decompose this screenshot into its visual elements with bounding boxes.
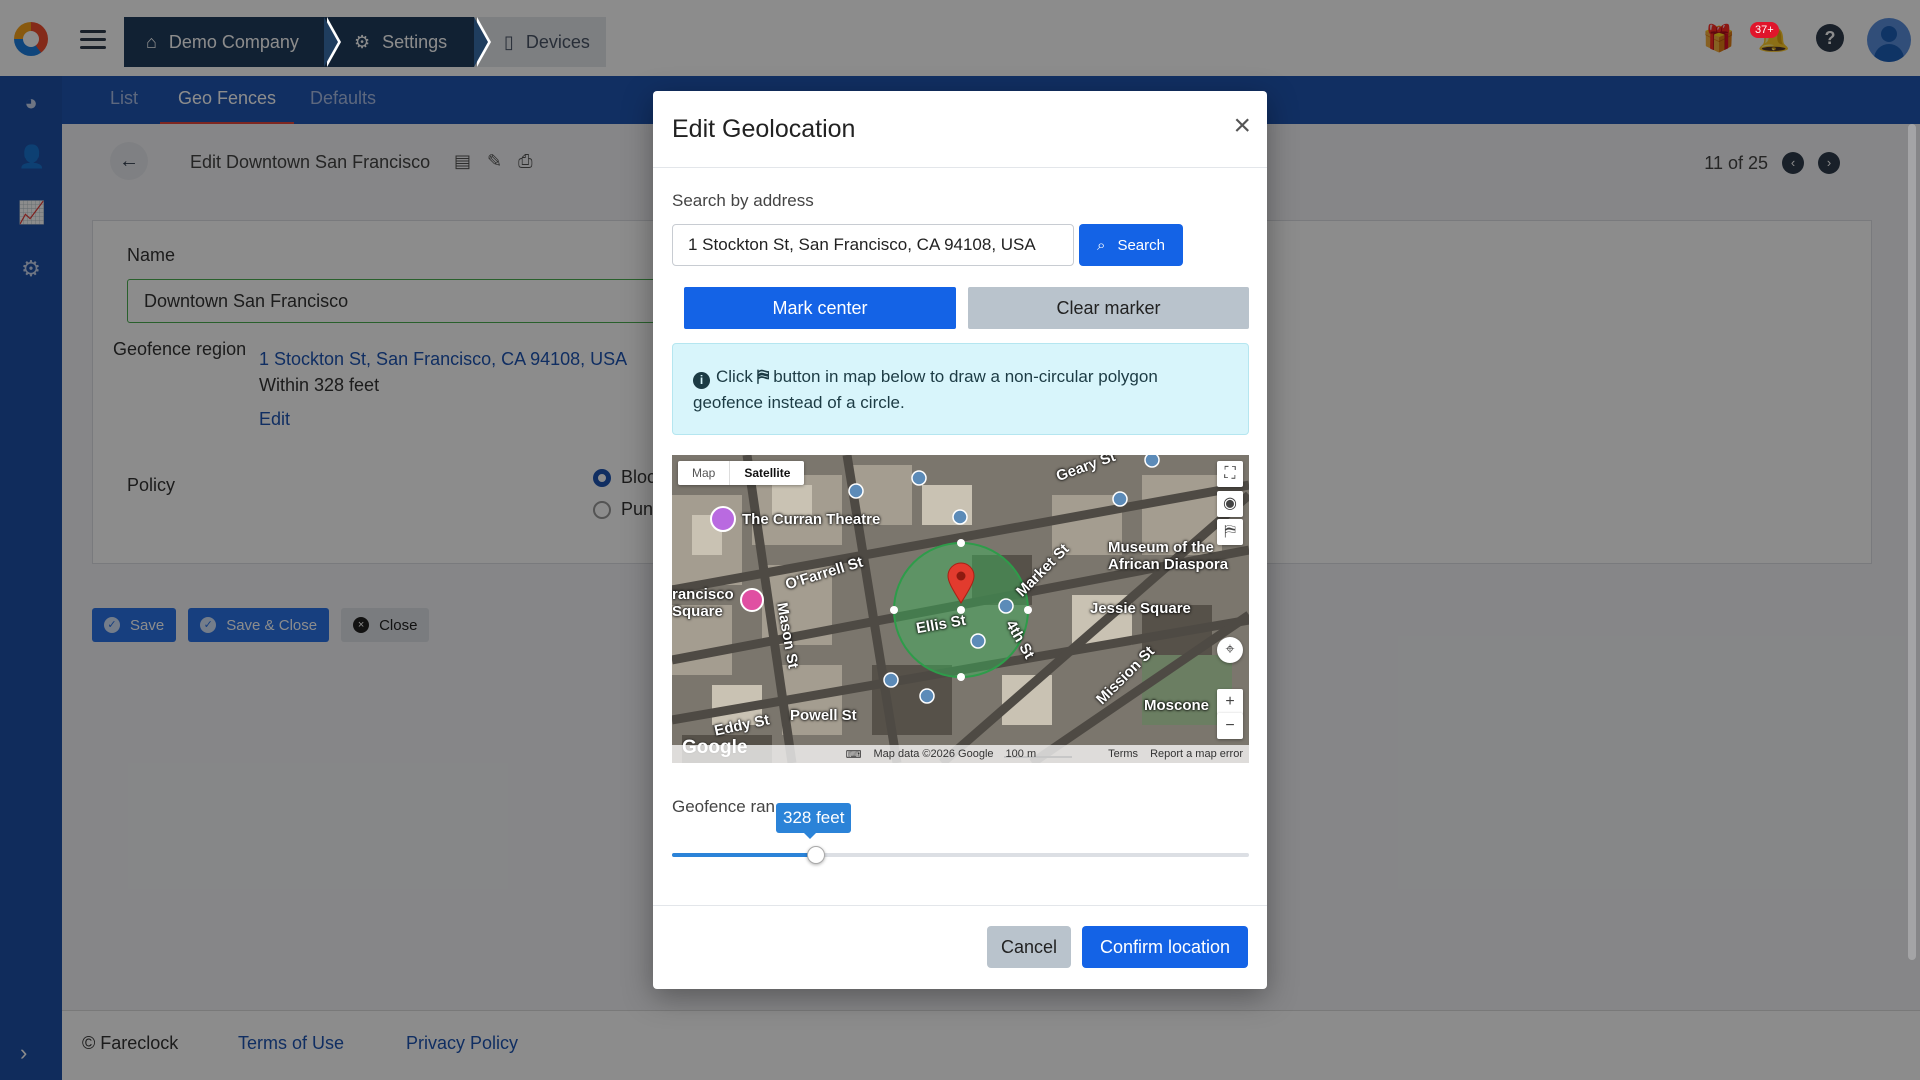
dialog-footer: Cancel Confirm location [653,905,1267,989]
map-label: Powell St [790,707,857,724]
geofence-range-slider[interactable] [672,846,1249,864]
map-label: Museum of the [1108,539,1214,556]
mark-center-button[interactable]: Mark center [684,287,956,329]
search-label: Search by address [672,191,814,210]
search-button-label: Search [1117,236,1165,254]
zoom-out-icon[interactable]: − [1217,713,1243,739]
fullscreen-icon[interactable]: ⛶ [1217,461,1243,487]
polygon-draw-icon[interactable]: ⛿ [1217,519,1243,545]
range-value-tooltip: 328 feet [776,803,852,839]
close-icon[interactable]: × [1233,111,1251,141]
map-data-attribution: Map data ©2026 Google [873,748,994,760]
report-map-error-link[interactable]: Report a map error [1150,748,1243,760]
slider-fill [672,853,817,857]
my-location-icon[interactable]: ⌖ [1217,637,1243,663]
clear-marker-button[interactable]: Clear marker [968,287,1249,329]
map-terms-link[interactable]: Terms [1108,748,1138,760]
cancel-button[interactable]: Cancel [987,926,1071,968]
search-button[interactable]: ⌕ Search [1079,224,1183,266]
address-search-input[interactable]: 1 Stockton St, San Francisco, CA 94108, … [672,224,1074,266]
map-type-map[interactable]: Map [678,461,729,485]
search-icon: ⌕ [1097,236,1106,254]
scrollbar[interactable] [1908,124,1916,960]
map-label: African Diaspora [1108,556,1229,573]
confirm-location-button[interactable]: Confirm location [1082,926,1248,968]
info-alert: i Click ⛿ button in map below to draw a non… [672,343,1249,435]
map-label: Square [672,603,723,620]
map-label: The Curran Theatre [742,511,881,528]
draw-circle-icon[interactable]: ◉ [1217,491,1243,517]
dialog-title: Edit Geolocation [672,115,856,143]
map-type-toggle: Map Satellite [678,461,805,485]
notification-badge: 37+ [1750,22,1779,38]
map-label: Moscone [1144,697,1210,714]
zoom-in-icon[interactable]: + [1217,689,1243,715]
info-click: Click [716,367,753,386]
edit-geolocation-dialog: Edit Geolocation × Search by address 1 S… [653,91,1267,989]
info-icon: i [693,372,710,389]
slider-thumb[interactable] [807,846,826,864]
keyboard-icon[interactable]: ⌨ [846,748,862,761]
geofence-range-label: Geofence ran [672,797,776,816]
map-scale[interactable]: 100 m [1006,748,1037,760]
map-attribution: ⌨ Map data ©2026 Google 100 m Terms Repo… [672,745,1249,763]
map-view[interactable]: The Curran Theatre Geary St O'Farrell St… [672,455,1249,763]
polygon-draw-icon: ⛿ [756,367,770,386]
dialog-header: Edit Geolocation × [653,91,1267,168]
map-label: rancisco [672,586,734,603]
map-type-satellite[interactable]: Satellite [729,461,804,485]
map-label: Jessie Square [1090,600,1191,617]
